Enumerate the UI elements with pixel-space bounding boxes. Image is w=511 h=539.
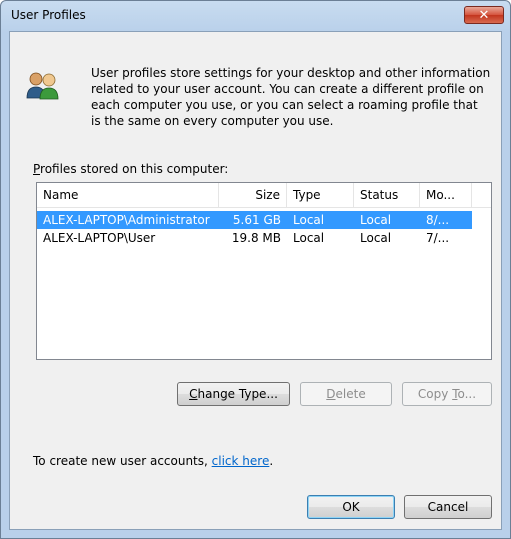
table-row[interactable]: ALEX-LAPTOP\Administrator 5.61 GB Local …	[37, 211, 491, 229]
change-type-accelerator: C	[189, 387, 198, 401]
column-header-size[interactable]: Size	[219, 183, 287, 207]
cancel-button[interactable]: Cancel	[404, 495, 492, 519]
copy-to-button[interactable]: Copy To...	[402, 382, 492, 406]
title-bar[interactable]: User Profiles ✕	[1, 1, 510, 31]
column-header-status[interactable]: Status	[354, 183, 420, 207]
label-accelerator: P	[33, 162, 41, 176]
profiles-list-label: Profiles stored on this computer:	[33, 162, 228, 176]
copy-to-label-rest: o...	[457, 387, 477, 401]
cell-size: 5.61 GB	[219, 211, 287, 229]
cell-modified: 8/...	[420, 211, 472, 229]
change-type-label: hange Type...	[197, 387, 278, 401]
label-text: rofiles stored on this computer:	[40, 162, 229, 176]
cell-name: ALEX-LAPTOP\Administrator	[37, 211, 219, 229]
ok-button[interactable]: OK	[307, 495, 395, 519]
column-header-type[interactable]: Type	[287, 183, 354, 207]
window-title: User Profiles	[11, 8, 86, 22]
click-here-link[interactable]: click here	[212, 454, 270, 468]
list-header: Name Size Type Status Mo...	[37, 183, 491, 208]
column-header-name[interactable]: Name	[37, 183, 219, 207]
intro-text: User profiles store settings for your de…	[91, 66, 491, 128]
delete-label: elete	[335, 387, 366, 401]
create-accounts-text: To create new user accounts, click here.	[33, 454, 273, 468]
cell-status: Local	[354, 211, 420, 229]
users-icon	[26, 72, 59, 100]
cell-status: Local	[360, 231, 392, 245]
create-accounts-suffix: .	[269, 454, 274, 468]
delete-button[interactable]: Delete	[300, 382, 392, 406]
change-type-button[interactable]: Change Type...	[177, 382, 290, 406]
copy-to-label-pre: Copy	[417, 387, 453, 401]
cell-name: ALEX-LAPTOP\User	[43, 231, 156, 245]
user-profiles-window: User Profiles ✕ User profiles store sett…	[0, 0, 511, 539]
delete-accelerator: D	[326, 387, 336, 401]
cell-type: Local	[287, 211, 354, 229]
cell-modified: 7/...	[426, 231, 450, 245]
dialog-body: User profiles store settings for your de…	[9, 31, 502, 530]
close-button[interactable]: ✕	[464, 6, 504, 24]
cell-size: 19.8 MB	[231, 231, 281, 245]
create-accounts-prefix: To create new user accounts,	[33, 454, 212, 468]
close-icon: ✕	[478, 7, 490, 23]
cell-type: Local	[293, 231, 325, 245]
column-header-modified[interactable]: Mo...	[420, 183, 472, 207]
table-row[interactable]: ALEX-LAPTOP\User 19.8 MB Local Local 7/.…	[37, 229, 491, 247]
profiles-list[interactable]: Name Size Type Status Mo... ALEX-LAPTOP\…	[36, 182, 492, 360]
